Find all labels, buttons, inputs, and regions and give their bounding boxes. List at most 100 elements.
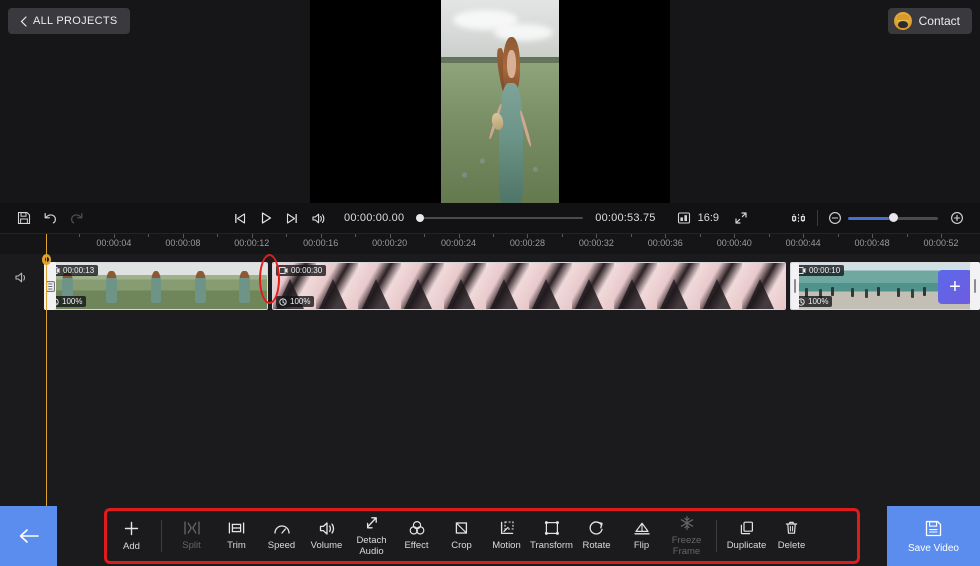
- trash-icon: [784, 520, 799, 536]
- video-editor-window: ALL PROJECTS Contact 00:00:00.00 00:00:5…: [0, 0, 980, 566]
- effect-icon: [408, 520, 426, 536]
- tool-freeze-frame[interactable]: Freeze Frame: [664, 506, 709, 566]
- clip-duration-text: 00:00:30: [291, 266, 323, 275]
- tool-motion[interactable]: Motion: [484, 506, 529, 566]
- face: [507, 49, 516, 79]
- video-clip-icon: [279, 267, 288, 274]
- playback-scrubber[interactable]: [416, 214, 584, 222]
- timeline-clip[interactable]: 00:00:13 100%: [44, 262, 268, 310]
- tools-container: Add Split Trim Speed Volume Detach Audio…: [57, 506, 887, 566]
- tool-effect[interactable]: Effect: [394, 506, 439, 566]
- clip-speed-badge: 100%: [794, 296, 833, 307]
- clip-trim-handle-left[interactable]: [791, 263, 799, 309]
- crop-icon: [453, 520, 470, 536]
- ruler-tick-mark-minor: [493, 234, 494, 237]
- tool-label: Flip: [633, 539, 650, 551]
- tool-detach-audio[interactable]: Detach Audio: [349, 506, 394, 566]
- track-end-handle[interactable]: [970, 262, 980, 310]
- timeline-track-area: 00:00:13 100% 00:00:30 100% 00:00:10 100…: [0, 254, 980, 506]
- video-preview-area: ALL PROJECTS Contact: [0, 0, 980, 203]
- redo-button[interactable]: [63, 211, 89, 225]
- rotate-icon: [588, 520, 605, 536]
- all-projects-label: ALL PROJECTS: [33, 15, 118, 27]
- chevron-left-icon: [20, 15, 27, 27]
- total-time-display: 00:00:53.75: [595, 212, 656, 224]
- tool-flip[interactable]: Flip: [619, 506, 664, 566]
- ruler-tick-label: 00:00:16: [303, 238, 339, 248]
- tool-label: Delete: [777, 540, 806, 552]
- tool-label: Transform: [530, 540, 573, 552]
- fullscreen-icon[interactable]: [727, 211, 755, 225]
- ruler-tick-mark: [458, 234, 460, 238]
- ruler-tick-mark: [251, 234, 253, 238]
- clip-duration-text: 00:00:13: [63, 266, 95, 275]
- tool-rotate[interactable]: Rotate: [574, 506, 619, 566]
- timeline-panel: 00:00:04 00:00:08 00:00:12 00:00:16 00:00:20…: [0, 234, 980, 506]
- save-video-button[interactable]: Save Video: [887, 506, 980, 566]
- tool-trim[interactable]: Trim: [214, 506, 259, 566]
- video-track: 00:00:13 100% 00:00:30 100% 00:00:10 100…: [44, 262, 980, 310]
- adjust-icon[interactable]: [783, 211, 813, 226]
- preview-volume-button[interactable]: [305, 212, 331, 225]
- tool-label: Crop: [451, 540, 472, 552]
- contact-label: Contact: [918, 14, 960, 28]
- ruler-tick-mark-minor: [424, 234, 426, 237]
- tool-crop[interactable]: Crop: [439, 506, 484, 566]
- contact-button[interactable]: Contact: [887, 8, 972, 34]
- zoom-in-icon[interactable]: [944, 211, 970, 225]
- timeline-zoom-slider[interactable]: [848, 213, 938, 222]
- speed-gauge-icon: [273, 521, 291, 536]
- ruler-tick-label: 00:00:52: [923, 238, 959, 248]
- tool-label: Trim: [227, 540, 246, 552]
- timeline-ruler[interactable]: 00:00:04 00:00:08 00:00:12 00:00:16 00:00:20…: [0, 234, 980, 254]
- zoom-out-icon[interactable]: [822, 211, 848, 225]
- toolbar-divider: [716, 520, 717, 552]
- tool-volume[interactable]: Volume: [304, 506, 349, 566]
- tool-label: Split: [182, 540, 201, 552]
- clip-thumbnails: [273, 263, 785, 309]
- track-mute-icon[interactable]: [14, 271, 30, 285]
- clip-duration-badge: 00:00:30: [276, 265, 327, 276]
- ruler-tick-mark-minor: [286, 234, 288, 237]
- avatar: [893, 12, 912, 30]
- tool-speed[interactable]: Speed: [259, 506, 304, 566]
- tool-label: Effect: [404, 540, 429, 552]
- ruler-tick-label: 00:00:12: [234, 238, 270, 248]
- tool-add[interactable]: Add: [109, 506, 154, 566]
- toolbar-divider: [161, 520, 162, 552]
- ruler-tick-mark-minor: [561, 234, 563, 237]
- play-button[interactable]: [253, 211, 279, 225]
- ruler-tick-mark: [320, 234, 322, 238]
- bottom-toolbar: Add Split Trim Speed Volume Detach Audio…: [0, 506, 980, 566]
- freeze-frame-icon: [679, 515, 695, 531]
- add-clip-button[interactable]: +: [938, 270, 972, 304]
- current-time-display: 00:00:00.00: [344, 212, 405, 224]
- dress: [498, 83, 524, 203]
- previous-frame-button[interactable]: [227, 212, 253, 225]
- transform-icon: [543, 520, 561, 536]
- scrubber-handle[interactable]: [416, 214, 425, 222]
- all-projects-button[interactable]: ALL PROJECTS: [8, 8, 130, 34]
- ruler-tick-mark: [665, 234, 667, 238]
- timeline-clip[interactable]: 00:00:30 100%: [272, 262, 786, 310]
- clip-start-handle[interactable]: [44, 262, 56, 310]
- tool-transform[interactable]: Transform: [529, 506, 574, 566]
- tool-label: Add: [123, 540, 140, 552]
- zoom-slider-handle[interactable]: [888, 213, 898, 222]
- save-project-button[interactable]: [11, 211, 37, 225]
- flip-icon: [633, 521, 651, 536]
- aspect-ratio-icon[interactable]: [670, 211, 698, 225]
- tool-delete[interactable]: Delete: [769, 506, 814, 566]
- ruler-tick-mark: [734, 234, 736, 238]
- aspect-ratio-value: 16:9: [697, 212, 719, 224]
- clip-speed-text: 100%: [808, 297, 829, 306]
- next-frame-button[interactable]: [279, 212, 305, 225]
- ruler-tick-label: 00:00:20: [372, 238, 408, 248]
- ruler-tick-mark: [941, 234, 942, 238]
- back-button[interactable]: [0, 506, 57, 566]
- tool-label: Detach Audio: [356, 534, 387, 557]
- undo-button[interactable]: [37, 211, 63, 225]
- ruler-tick-label: 00:00:08: [165, 238, 201, 248]
- tool-split[interactable]: Split: [169, 506, 214, 566]
- tool-duplicate[interactable]: Duplicate: [724, 506, 769, 566]
